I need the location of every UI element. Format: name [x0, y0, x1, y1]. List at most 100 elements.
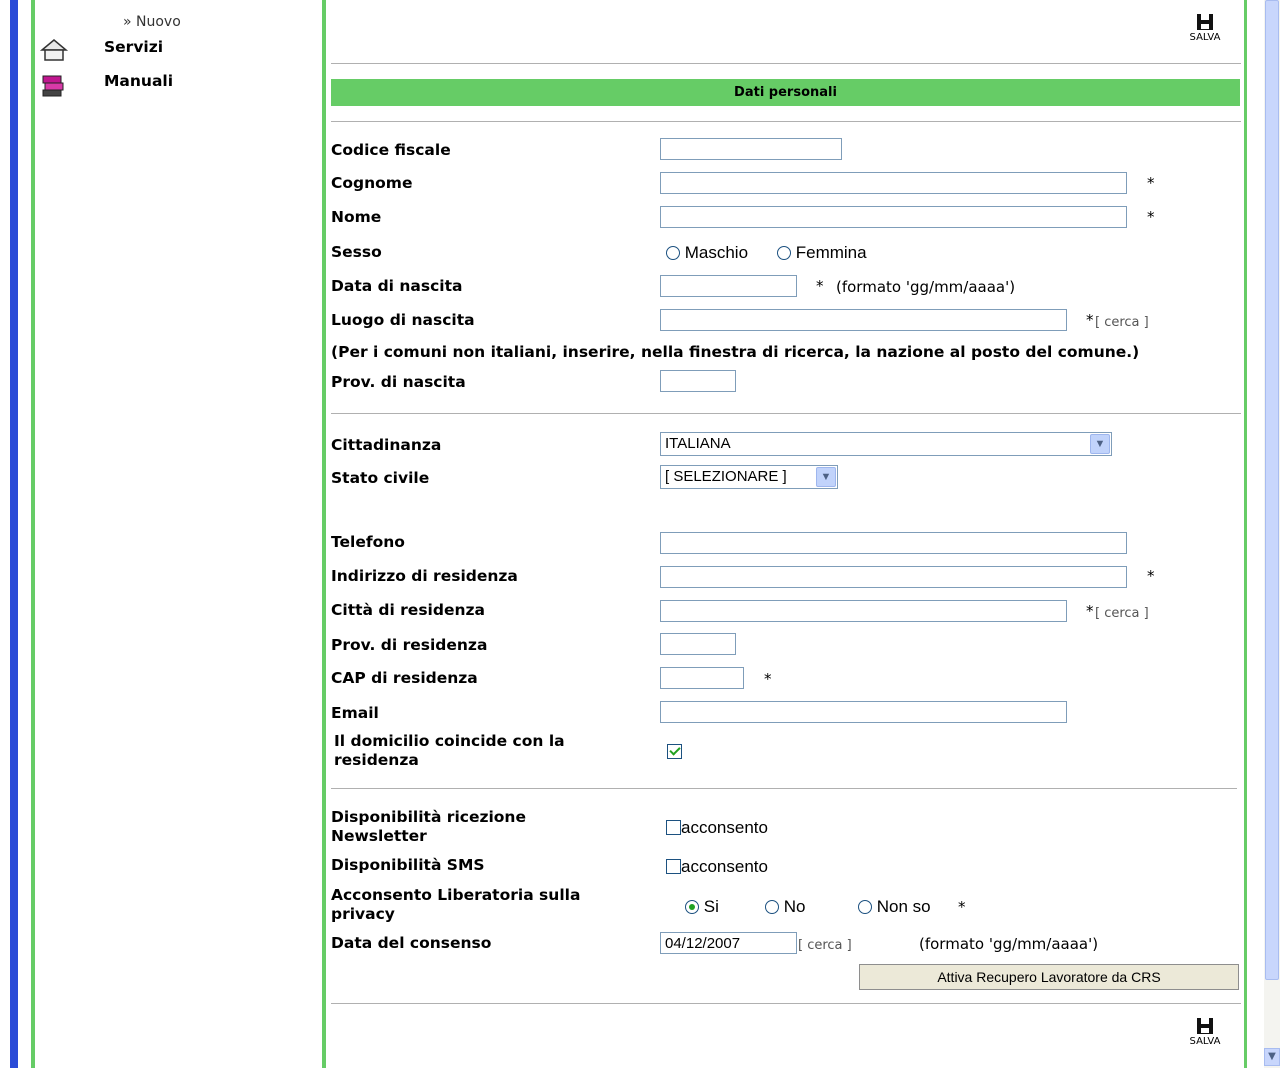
sms-checkbox[interactable] [666, 859, 681, 874]
required-star: * [958, 898, 966, 916]
maschio-radio[interactable] [666, 246, 680, 260]
save-label: SALVA [1189, 32, 1221, 43]
domicilio-label-line2: residenza [334, 751, 419, 769]
privacy-no-label: No [783, 897, 806, 916]
femmina-label: Femmina [795, 243, 867, 262]
stato-civile-select[interactable]: [ SELEZIONARE ] ▼ [660, 465, 838, 489]
newsletter-label-line1: Disponibilità ricezione [331, 808, 526, 826]
luogo-nascita-label: Luogo di nascita [331, 311, 475, 329]
books-icon [39, 72, 69, 98]
save-button-bottom[interactable]: SALVA [1180, 1018, 1230, 1047]
privacy-no-option[interactable]: No [765, 897, 805, 917]
sidebar-item-label: Servizi [104, 38, 164, 56]
newsletter-consent-label: acconsento [681, 818, 768, 837]
required-star: * [1086, 602, 1094, 620]
sesso-femmina-option[interactable]: Femmina [777, 243, 867, 263]
sesso-label: Sesso [331, 243, 382, 261]
privacy-nonso-radio[interactable] [858, 900, 872, 914]
required-star: * [1147, 567, 1155, 585]
newsletter-checkbox[interactable] [666, 820, 681, 835]
data-consenso-input[interactable] [660, 932, 797, 954]
domicilio-checkbox[interactable] [667, 744, 682, 759]
required-star: * [1086, 311, 1094, 329]
recupero-lavoratore-button[interactable]: Attiva Recupero Lavoratore da CRS [859, 964, 1239, 990]
privacy-nonso-label: Non so [876, 897, 931, 916]
data-consenso-format-hint: (formato 'gg/mm/aaaa') [919, 935, 1099, 953]
newsletter-label-line2: Newsletter [331, 827, 427, 845]
cittadinanza-label: Cittadinanza [331, 436, 442, 454]
prov-residenza-input[interactable] [660, 633, 736, 655]
sidebar-left-green-border [31, 0, 35, 1068]
cap-residenza-label: CAP di residenza [331, 669, 478, 687]
codice-fiscale-label: Codice fiscale [331, 141, 451, 159]
sms-consent-option[interactable]: acconsento [666, 857, 768, 877]
home-icon [39, 38, 69, 62]
nome-input[interactable] [660, 206, 1127, 228]
sidebar-item-manuali[interactable]: Manuali [35, 70, 235, 98]
cognome-label: Cognome [331, 174, 413, 192]
citta-residenza-cerca-link[interactable]: [ cerca ] [1095, 606, 1149, 621]
data-consenso-cerca-link[interactable]: [ cerca ] [798, 938, 852, 953]
cittadinanza-selected-value: ITALIANA [665, 435, 731, 452]
sms-consent-label: acconsento [681, 857, 768, 876]
vertical-scrollbar[interactable]: ▼ [1264, 0, 1280, 1068]
cittadinanza-select[interactable]: ITALIANA ▼ [660, 432, 1112, 456]
sms-label: Disponibilità SMS [331, 856, 485, 874]
cognome-input[interactable] [660, 172, 1127, 194]
privacy-label-line2: privacy [331, 905, 395, 923]
data-nascita-input[interactable] [660, 275, 797, 297]
save-label: SALVA [1189, 1036, 1221, 1047]
luogo-nascita-input[interactable] [660, 309, 1067, 331]
chevron-down-icon[interactable]: ▼ [816, 467, 836, 487]
telefono-label: Telefono [331, 533, 405, 551]
required-star: * [1147, 174, 1155, 192]
chevron-down-icon[interactable]: ▼ [1090, 434, 1110, 454]
scroll-down-button[interactable]: ▼ [1264, 1048, 1280, 1066]
divider [331, 788, 1237, 789]
email-label: Email [331, 704, 379, 722]
required-star: * [816, 277, 824, 295]
sidebar-item-servizi[interactable]: Servizi [35, 36, 235, 62]
indirizzo-residenza-input[interactable] [660, 566, 1127, 588]
prov-nascita-input[interactable] [660, 370, 736, 392]
section-header: Dati personali [331, 79, 1240, 106]
luogo-nascita-cerca-link[interactable]: [ cerca ] [1095, 315, 1149, 330]
divider [331, 413, 1241, 414]
divider [331, 121, 1241, 122]
domicilio-label-line1: Il domicilio coincide con la [334, 732, 565, 750]
privacy-label-line1: Acconsento Liberatoria sulla [331, 886, 581, 904]
codice-fiscale-input[interactable] [660, 138, 842, 160]
privacy-si-radio[interactable] [685, 900, 699, 914]
citta-residenza-input[interactable] [660, 600, 1067, 622]
newsletter-consent-option[interactable]: acconsento [666, 818, 768, 838]
stato-civile-selected-value: [ SELEZIONARE ] [665, 468, 787, 485]
femmina-radio[interactable] [777, 246, 791, 260]
scrollbar-thumb[interactable] [1265, 0, 1279, 980]
data-nascita-label: Data di nascita [331, 277, 463, 295]
floppy-disk-icon [1197, 14, 1213, 30]
domicilio-label: Il domicilio coincide con la residenza [334, 732, 565, 770]
privacy-no-radio[interactable] [765, 900, 779, 914]
sidebar-item-nuovo[interactable]: » Nuovo [123, 14, 181, 30]
privacy-nonso-option[interactable]: Non so [858, 897, 931, 917]
sidebar-item-label: Manuali [104, 72, 174, 90]
data-nascita-format-hint: (formato 'gg/mm/aaaa') [836, 278, 1016, 296]
save-button-top[interactable]: SALVA [1180, 14, 1230, 43]
stato-civile-label: Stato civile [331, 469, 430, 487]
telefono-input[interactable] [660, 532, 1127, 554]
sesso-maschio-option[interactable]: Maschio [666, 243, 748, 263]
divider [331, 63, 1241, 64]
sidebar: » Nuovo Servizi Manuali [35, 0, 322, 104]
content-right-green-border [1244, 0, 1247, 1068]
indirizzo-residenza-label: Indirizzo di residenza [331, 567, 518, 585]
email-input[interactable] [660, 701, 1067, 723]
newsletter-label: Disponibilità ricezione Newsletter [331, 808, 526, 846]
prov-nascita-label: Prov. di nascita [331, 373, 466, 391]
privacy-si-option[interactable]: Si [685, 897, 719, 917]
privacy-si-label: Si [703, 897, 719, 916]
cap-residenza-input[interactable] [660, 667, 744, 689]
required-star: * [1147, 208, 1155, 226]
data-consenso-label: Data del consenso [331, 934, 492, 952]
comuni-note: (Per i comuni non italiani, inserire, ne… [331, 343, 1140, 361]
divider [331, 1003, 1241, 1004]
